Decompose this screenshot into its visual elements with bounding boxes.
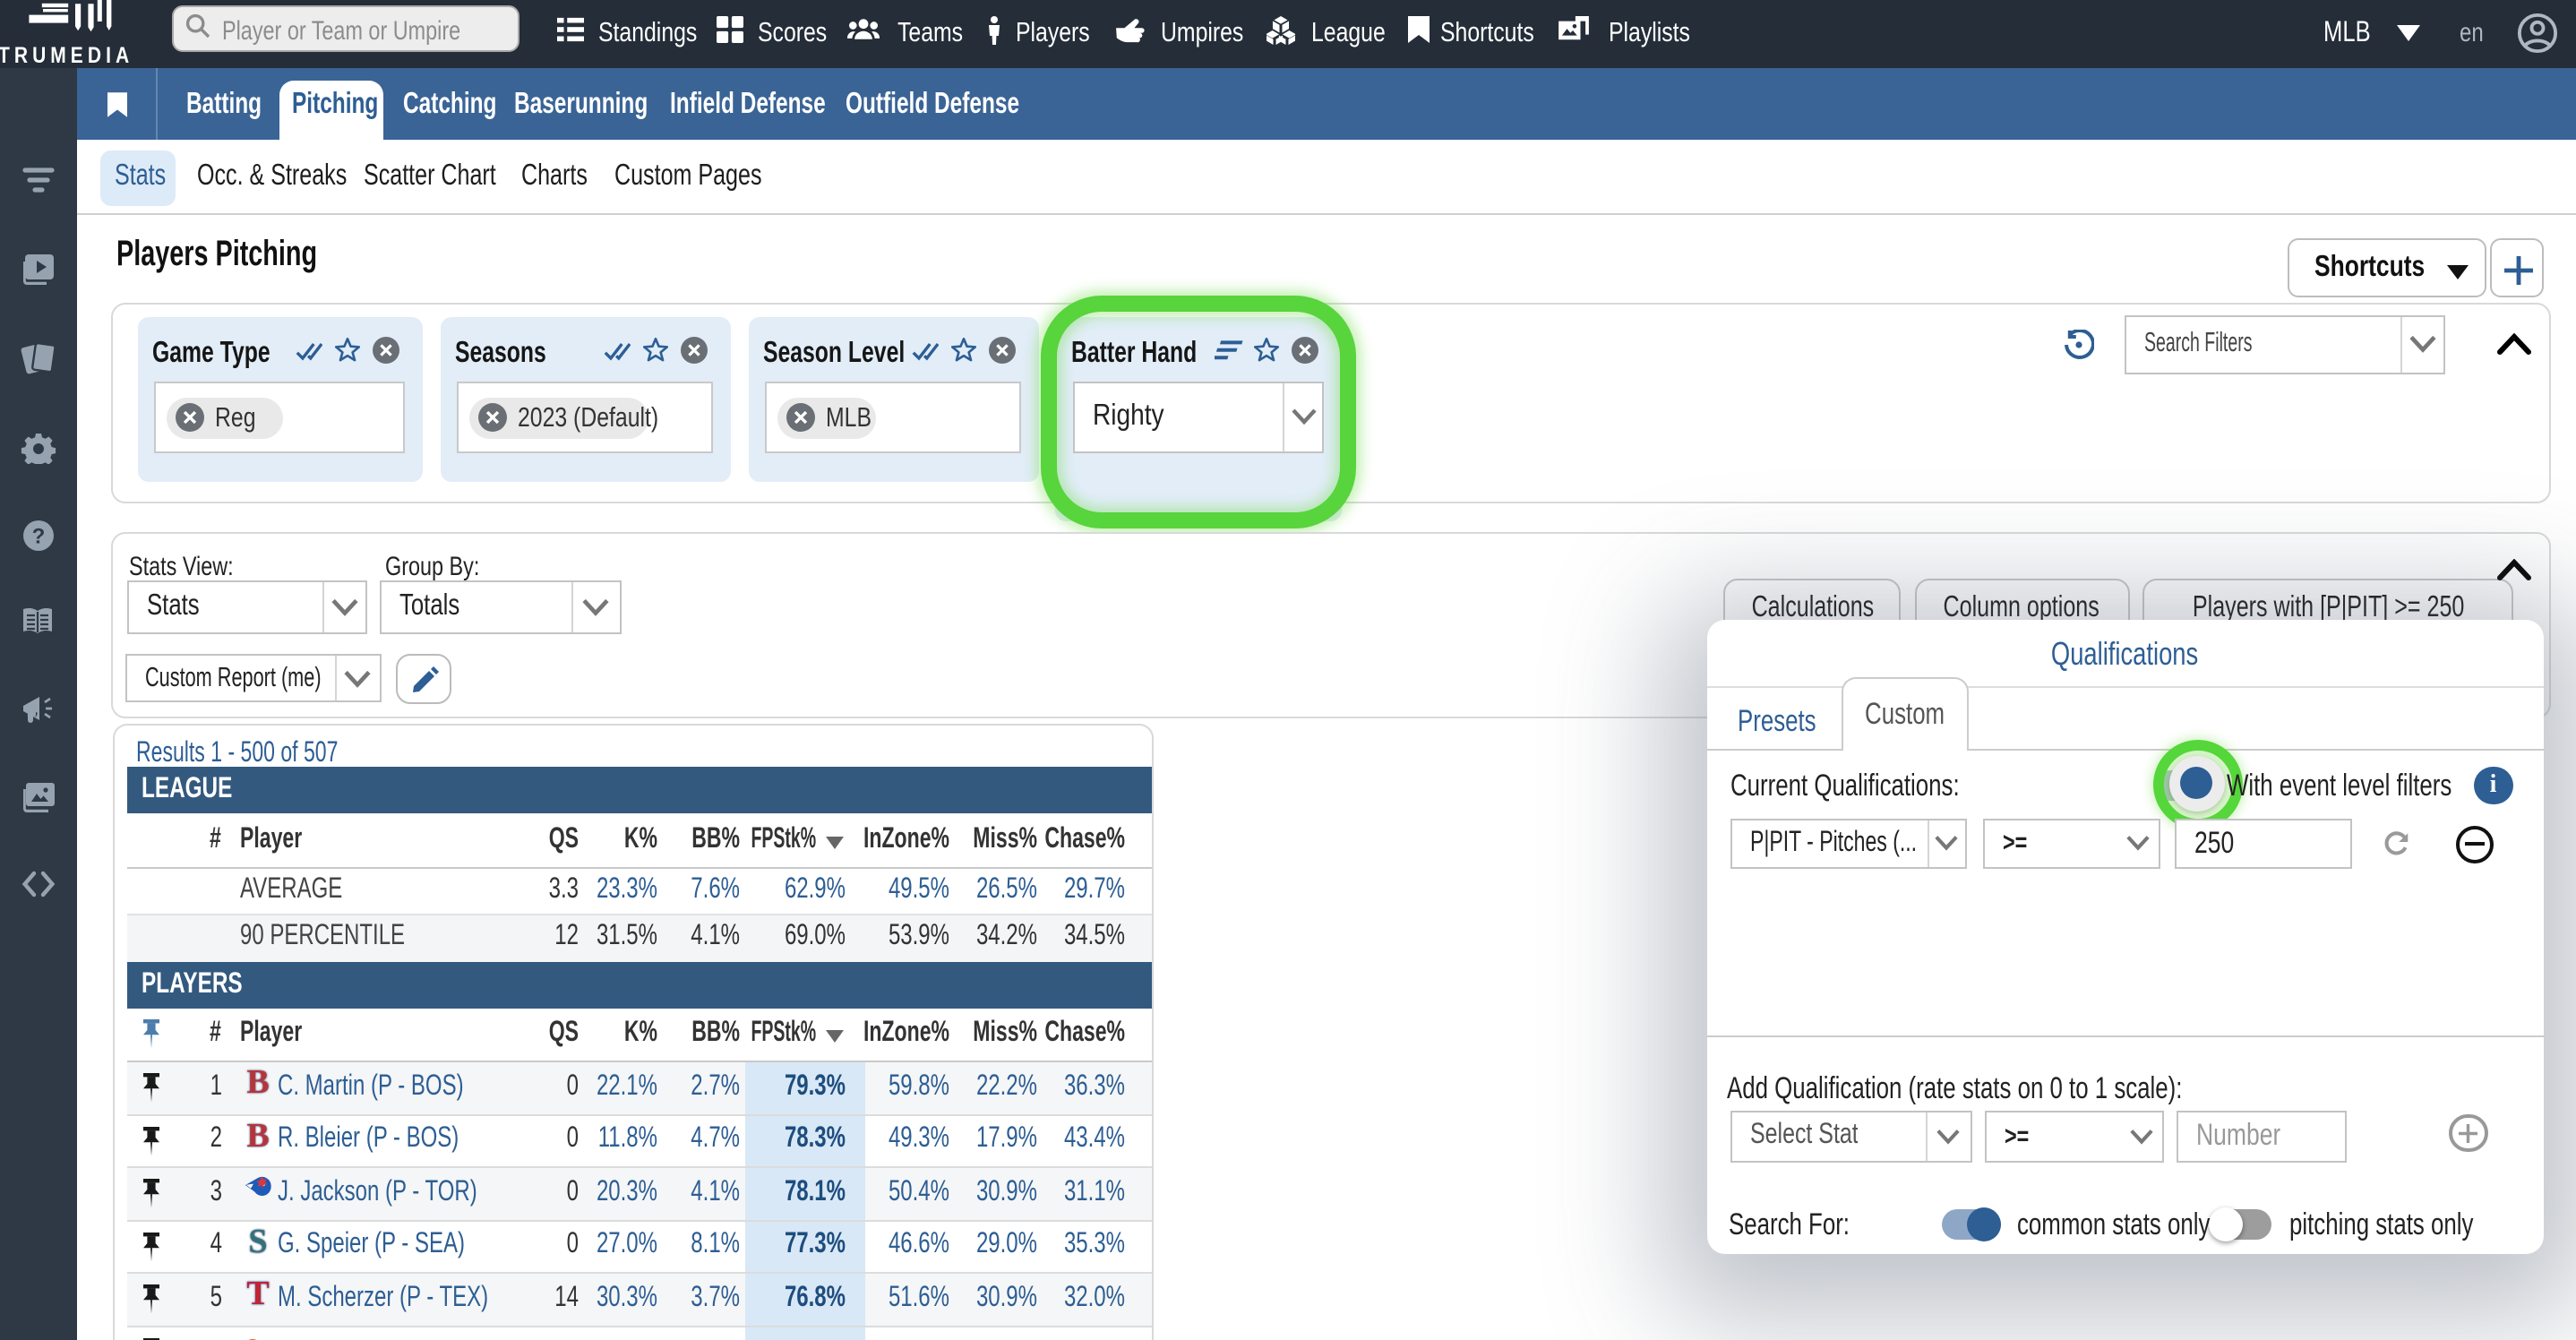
svg-text:?: ? [32, 523, 46, 547]
